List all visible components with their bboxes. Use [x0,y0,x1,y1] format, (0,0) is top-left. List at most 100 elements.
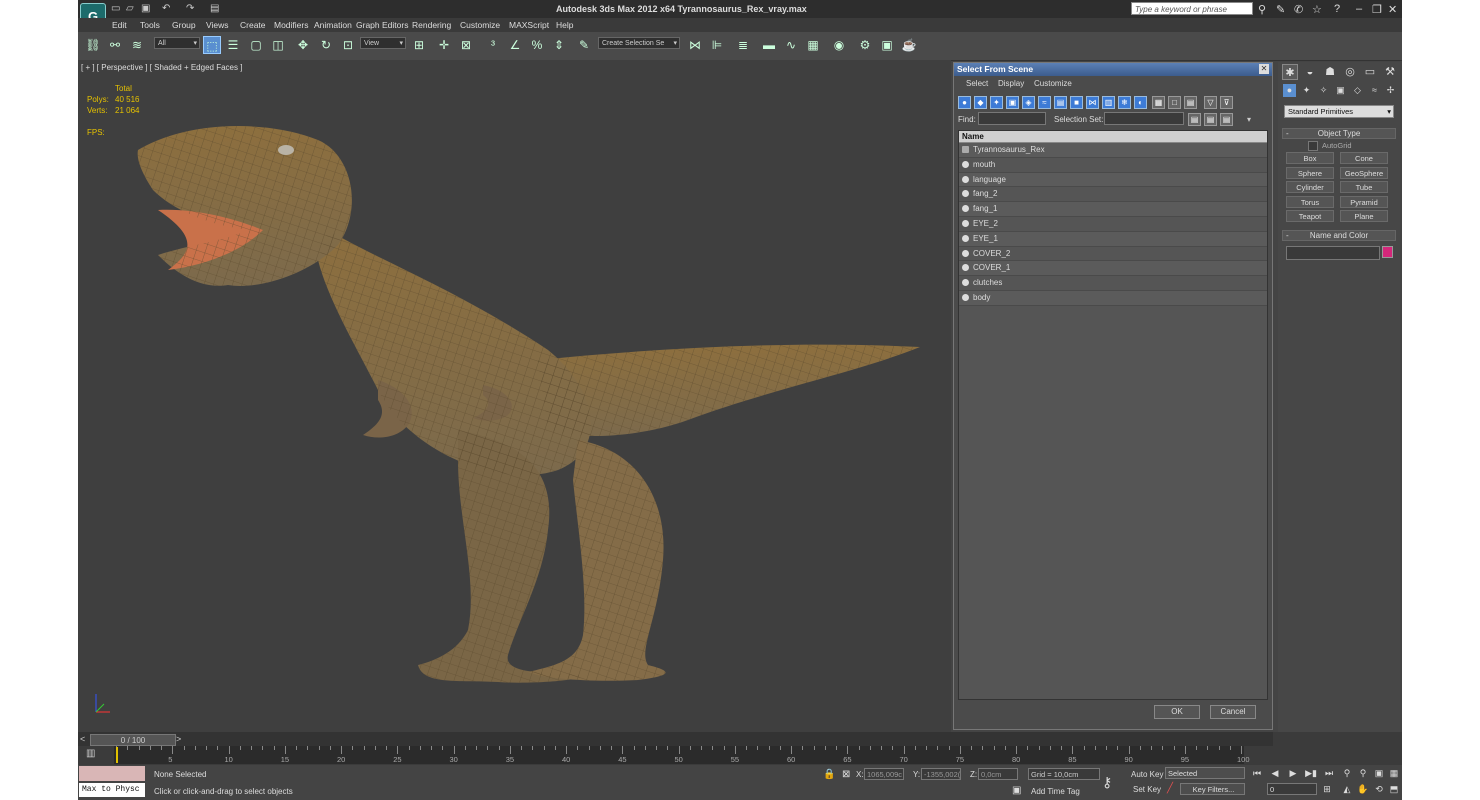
space-warps-category-icon[interactable]: ≈ [1368,84,1381,97]
zoom-extents-all-icon[interactable]: ▦ [1387,767,1401,779]
display-shapes-icon[interactable]: ◆ [974,96,987,109]
primitive-category-dropdown[interactable]: Standard Primitives [1284,105,1394,118]
object-list-row[interactable]: COVER_1 [959,261,1267,277]
snaps-toggle-icon[interactable]: ³ [484,36,502,54]
edit-named-selection-icon[interactable]: ✎ [575,36,593,54]
select-by-name-icon[interactable]: ☰ [224,36,242,54]
favorites-icon[interactable]: ☆ [1312,3,1322,16]
menu-group[interactable]: Group [172,20,196,30]
mini-curve-editor-icon[interactable]: ▥ [86,748,95,759]
time-slider[interactable]: 0 / 100 [90,734,176,746]
key-filters-button[interactable]: Key Filters... [1180,783,1245,795]
primitive-button-plane[interactable]: Plane [1340,210,1388,222]
render-setup-icon[interactable]: ⚙ [856,36,874,54]
object-list-row[interactable]: fang_1 [959,202,1267,217]
cancel-button[interactable]: Cancel [1210,705,1256,719]
menu-rendering[interactable]: Rendering [412,20,451,30]
display-hidden-icon[interactable]: ◐ [1134,96,1147,109]
trex-model[interactable] [78,60,951,732]
display-bones-icon[interactable]: ⋈ [1086,96,1099,109]
z-coordinate-field[interactable]: 0,0cm [978,768,1018,780]
help-icon[interactable]: ? [1334,3,1340,15]
key-mode-dropdown[interactable]: Selected [1165,767,1245,779]
display-space-warps-icon[interactable]: ≈ [1038,96,1051,109]
spinner-snap-icon[interactable]: ⇕ [550,36,568,54]
display-invert-icon[interactable]: ▤ [1184,96,1197,109]
schematic-view-icon[interactable]: ▦ [804,36,822,54]
minimize-icon[interactable]: – [1356,3,1362,15]
primitive-button-geosphere[interactable]: GeoSphere [1340,166,1388,179]
helpers-category-icon[interactable]: ◇ [1351,84,1364,97]
ok-button[interactable]: OK [1154,705,1200,719]
hierarchy-tab-icon[interactable]: ☗ [1322,64,1338,80]
selection-lock-icon[interactable]: 🔒 [823,769,835,780]
menu-help[interactable]: Help [556,20,573,30]
align-icon[interactable]: ⊫ [708,36,726,54]
utilities-tab-icon[interactable]: ⚒ [1382,64,1398,80]
goto-start-icon[interactable]: ⏮ [1250,767,1264,779]
set-key-mode-icon[interactable]: ⚷ [1102,774,1112,791]
object-list-row[interactable]: fang_2 [959,187,1267,203]
find-input[interactable] [978,112,1046,125]
display-xrefs-icon[interactable]: ■ [1070,96,1083,109]
redo-icon[interactable]: ↷ [186,3,194,14]
link-icon[interactable]: ⛓ [84,36,102,54]
undo-icon[interactable]: ↶ [162,3,170,14]
object-list-row[interactable]: Tyrannosaurus_Rex [959,143,1267,158]
menu-modifiers[interactable]: Modifiers [274,20,308,30]
play-icon[interactable]: ▶ [1286,767,1300,779]
object-list-row[interactable]: clutches [959,276,1267,291]
menu-create[interactable]: Create [240,20,266,30]
motion-tab-icon[interactable]: ◎ [1342,64,1358,80]
menu-customize[interactable]: Customize [460,20,500,30]
primitive-button-sphere[interactable]: Sphere [1286,166,1334,179]
menu-maxscript[interactable]: MAXScript [509,20,549,30]
layer-manager-icon[interactable]: ≣ [734,36,752,54]
select-none-icon[interactable]: ▤ [1204,113,1217,126]
next-frame-icon[interactable]: ▶▮ [1304,767,1318,779]
object-name-input[interactable] [1286,246,1380,260]
create-tab-icon[interactable]: ✱ [1282,64,1298,80]
menu-views[interactable]: Views [206,20,229,30]
close-icon[interactable]: ✕ [1388,3,1397,16]
display-tab-icon[interactable]: ▭ [1362,64,1378,80]
maxscript-listener-pink[interactable] [79,766,145,781]
maxscript-mini-listener[interactable]: Max to Physc [79,783,145,797]
keyboard-shortcut-override-icon[interactable]: ⊠ [457,36,475,54]
primitive-button-box[interactable]: Box [1286,152,1334,164]
reference-coordinate-dropdown[interactable]: View [360,37,406,50]
object-list-row[interactable]: body [959,290,1267,306]
pivot-center-icon[interactable]: ⊞ [410,36,428,54]
time-configuration-icon[interactable]: ⊞ [1320,783,1334,795]
zoom-icon[interactable]: ⚲ [1340,767,1354,779]
display-none-icon[interactable]: □ [1168,96,1181,109]
selection-set-dropdown[interactable] [1104,112,1184,125]
display-geometry-icon[interactable]: ● [958,96,971,109]
selection-filter-dropdown[interactable]: All [154,37,200,50]
percent-snap-icon[interactable]: % [528,36,546,54]
filter-options-icon[interactable]: ⊽ [1220,96,1233,109]
object-list-row[interactable]: EYE_2 [959,217,1267,232]
key-icon[interactable]: ╱ [1167,783,1173,794]
current-frame-field[interactable]: 0 [1267,783,1317,795]
rectangular-selection-icon[interactable]: ▢ [247,36,265,54]
unlink-icon[interactable]: ⚯ [106,36,124,54]
object-list-row[interactable]: language [959,172,1267,188]
display-groups-icon[interactable]: ▤ [1054,96,1067,109]
move-icon[interactable]: ✥ [294,36,312,54]
dialog-menu-display[interactable]: Display [998,79,1024,88]
primitive-button-cone[interactable]: Cone [1340,152,1388,164]
object-type-rollout[interactable]: - Object Type [1282,128,1396,139]
cameras-category-icon[interactable]: ▣ [1334,84,1347,97]
display-containers-icon[interactable]: ▥ [1102,96,1115,109]
display-helpers-icon[interactable]: ◈ [1022,96,1035,109]
filter-icon[interactable]: ▽ [1204,96,1217,109]
display-all-icon[interactable]: ▦ [1152,96,1165,109]
curve-editor-icon[interactable]: ∿ [782,36,800,54]
zoom-all-icon[interactable]: ⚲ [1356,767,1370,779]
menu-animation[interactable]: Animation [314,20,352,30]
menu-edit[interactable]: Edit [112,20,127,30]
object-color-swatch[interactable] [1382,246,1393,258]
auto-key-button[interactable]: Auto Key [1131,770,1163,779]
project-folder-icon[interactable]: ▤ [210,3,219,14]
